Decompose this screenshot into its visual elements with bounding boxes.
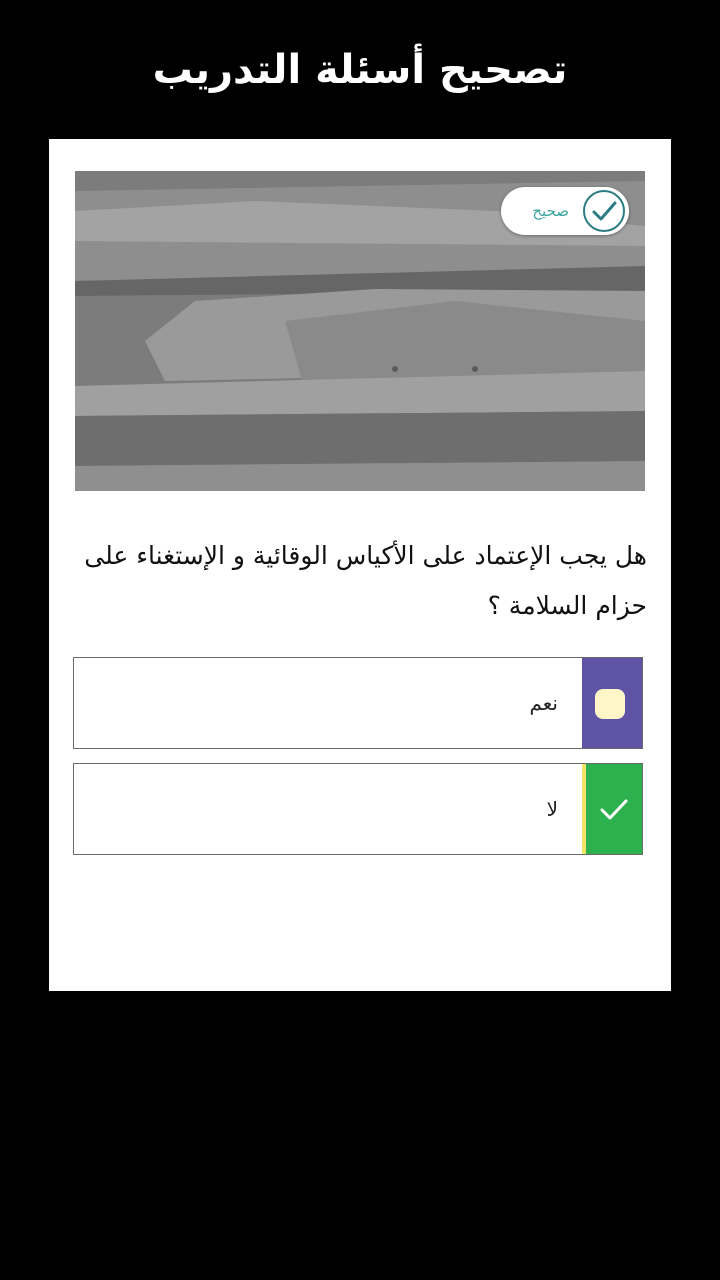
radio-icon <box>595 689 625 719</box>
option-marker <box>582 658 642 748</box>
answer-option-label: لا <box>546 797 558 821</box>
question-card: صحيح هل يجب الإعتماد على الأكياس الوقائي… <box>49 139 671 991</box>
question-text: هل يجب الإعتماد على الأكياس الوقائية و ا… <box>84 541 647 620</box>
correct-badge: صحيح <box>501 187 629 235</box>
page-title: تصحيح أسئلة التدريب <box>152 47 568 93</box>
option-marker-correct <box>582 764 642 854</box>
question-image: صحيح <box>75 171 645 491</box>
answer-option-no[interactable]: لا <box>73 763 643 855</box>
screen: تصحيح أسئلة التدريب صحيح هل يجب الإعتماد… <box>0 0 720 1280</box>
correct-badge-label: صحيح <box>532 202 569 220</box>
answer-option-yes[interactable]: نعم <box>73 657 643 749</box>
answer-option-label: نعم <box>529 691 558 715</box>
check-circle-icon <box>583 190 625 232</box>
check-icon <box>600 799 628 820</box>
